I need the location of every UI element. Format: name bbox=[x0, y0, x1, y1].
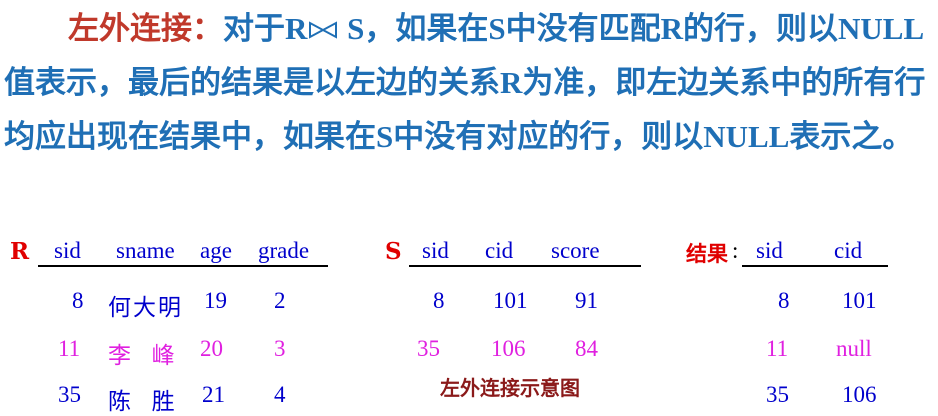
definition-paragraph: 左外连接：对于R S，如果在S中没有匹配R的行，则以NULL值表示，最后的结果是… bbox=[4, 2, 934, 164]
relation-r-2: R bbox=[660, 11, 684, 46]
table-r-header-age: age bbox=[200, 238, 232, 263]
table-row-cell: 2 bbox=[274, 288, 286, 313]
table-row-cell: 20 bbox=[200, 336, 223, 361]
table-row-cell: 何大明 bbox=[108, 295, 183, 321]
table-result-header-sid: sid bbox=[756, 238, 783, 263]
table-s-header-rule bbox=[409, 265, 641, 267]
relation-s: S bbox=[339, 11, 365, 46]
table-row-cell: 101 bbox=[493, 288, 528, 313]
table-r-header-grade: grade bbox=[258, 238, 310, 263]
text-seg8: 表示之。 bbox=[789, 119, 914, 155]
table-row-cell: 陈 胜 bbox=[108, 389, 177, 415]
table-r-header-rule bbox=[38, 265, 328, 267]
relation-r-3: R bbox=[500, 65, 523, 100]
table-s-header-score: score bbox=[551, 238, 600, 263]
table-s-label: S bbox=[385, 238, 402, 265]
table-row-cell: 91 bbox=[575, 288, 598, 313]
table-row-cell: 101 bbox=[842, 288, 877, 313]
table-row-cell: 李 峰 bbox=[108, 343, 177, 369]
table-result: 结果 : sid cid 8 101 11 null 35 106 bbox=[686, 238, 926, 408]
table-result-colon: : bbox=[732, 238, 739, 263]
table-row-cell: 106 bbox=[842, 382, 877, 407]
table-r-header-sname: sname bbox=[116, 238, 175, 263]
text-seg1: 对于 bbox=[223, 11, 285, 47]
term-left-outer-join: 左外连接： bbox=[68, 11, 223, 47]
table-s-header-sid: sid bbox=[422, 238, 449, 263]
left-outer-join-icon bbox=[309, 21, 338, 39]
table-result-header-cid: cid bbox=[834, 238, 863, 263]
table-row-cell: 21 bbox=[202, 382, 225, 407]
table-row-cell: 19 bbox=[204, 288, 227, 313]
table-result-header-rule bbox=[742, 265, 888, 267]
table-row-cell: 4 bbox=[274, 382, 286, 407]
table-result-label: 结果 bbox=[686, 242, 728, 266]
table-row-cell: 8 bbox=[72, 288, 84, 313]
text-seg4: 的行，则以 bbox=[683, 11, 839, 47]
table-row-cell: 35 bbox=[58, 382, 81, 407]
table-row-cell: 35 bbox=[766, 382, 789, 407]
text-seg5: 值表示，最后的结果是以左边的关系 bbox=[4, 65, 500, 101]
table-r: R sid sname age grade 8 何大明 19 2 11 李 峰 … bbox=[10, 238, 340, 415]
table-row-cell: 8 bbox=[433, 288, 445, 313]
table-row-cell: 3 bbox=[274, 336, 286, 361]
null-keyword: NULL bbox=[838, 11, 925, 46]
figure-caption: 左外连接示意图 bbox=[440, 376, 580, 400]
text-seg7: 中没有对应的行，则以 bbox=[393, 119, 704, 155]
table-row-cell: 8 bbox=[778, 288, 790, 313]
table-s-header-cid: cid bbox=[485, 238, 514, 263]
null-keyword-2: NULL bbox=[703, 119, 790, 154]
relation-s-2: S bbox=[488, 11, 506, 46]
table-row-cell: 11 bbox=[766, 336, 789, 361]
table-row-cell: null bbox=[836, 336, 872, 361]
table-row-cell: 35 bbox=[417, 336, 440, 361]
table-r-label: R bbox=[10, 238, 30, 265]
relation-r: R bbox=[285, 11, 308, 46]
relation-s-3: S bbox=[376, 119, 394, 154]
table-row-cell: 106 bbox=[491, 336, 526, 361]
table-row-cell: 11 bbox=[58, 336, 81, 361]
table-r-header-sid: sid bbox=[54, 238, 81, 263]
text-seg2: ，如果在 bbox=[364, 11, 489, 47]
text-seg3: 中没有匹配 bbox=[505, 11, 661, 47]
table-row-cell: 84 bbox=[575, 336, 598, 361]
